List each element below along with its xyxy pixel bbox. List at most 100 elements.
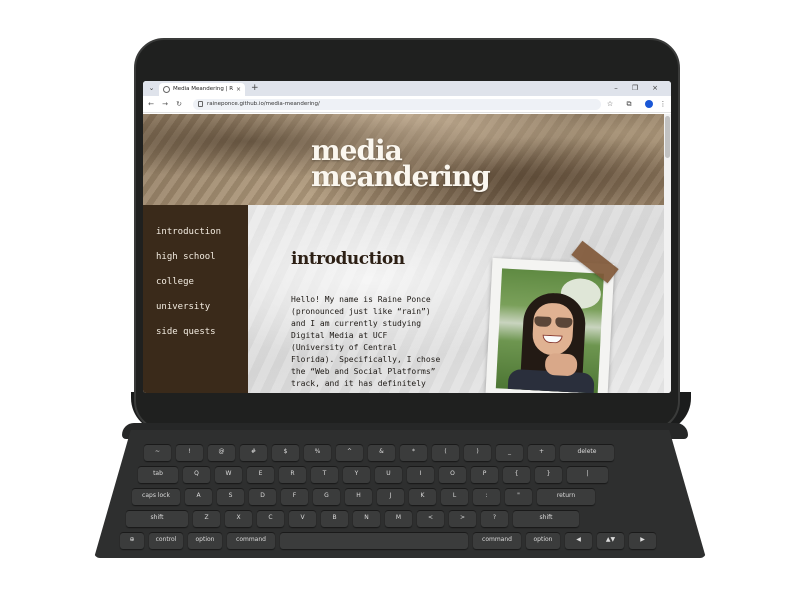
key-tab[interactable]: tab xyxy=(138,466,178,483)
key-caps-lock[interactable]: caps lock xyxy=(132,488,180,505)
profile-avatar-icon[interactable] xyxy=(645,100,653,108)
key-b[interactable]: B xyxy=(321,510,348,527)
key-g[interactable]: G xyxy=(313,488,340,505)
key-label: W xyxy=(225,470,232,477)
intro-paragraph-line: Florida). Specifically, I chose xyxy=(291,355,441,364)
key-:[interactable]: : xyxy=(473,488,500,505)
hero-banner: media meandering xyxy=(143,114,671,205)
url-field[interactable]: raineponce.github.io/media-meandering/ xyxy=(193,99,601,110)
browser-tab-bar: ⌄ Media Meandering | Raine Po... × + – ❐… xyxy=(143,81,671,96)
page-scrollbar[interactable] xyxy=(664,114,671,393)
key-a[interactable]: A xyxy=(185,488,212,505)
key-p[interactable]: P xyxy=(471,466,498,483)
key-j[interactable]: J xyxy=(377,488,404,505)
key-"[interactable]: " xyxy=(505,488,532,505)
key-y[interactable]: Y xyxy=(343,466,370,483)
key-▶[interactable]: ▶ xyxy=(629,532,656,549)
key-m[interactable]: M xyxy=(385,510,412,527)
key-command[interactable]: command xyxy=(473,532,521,549)
key-c[interactable]: C xyxy=(257,510,284,527)
back-icon[interactable]: ← xyxy=(146,100,156,109)
key-)[interactable]: ) xyxy=(464,444,491,461)
browser-tab-active[interactable]: Media Meandering | Raine Po... × xyxy=(159,83,245,96)
key-%[interactable]: % xyxy=(304,444,331,461)
extensions-icon[interactable]: ⧉ xyxy=(624,100,634,109)
key-o[interactable]: O xyxy=(439,466,466,483)
key-label: ^ xyxy=(346,448,353,455)
key-#[interactable]: # xyxy=(240,444,267,461)
key-return[interactable]: return xyxy=(537,488,595,505)
key-![interactable]: ! xyxy=(176,444,203,461)
nav-link-high-school[interactable]: high school xyxy=(156,251,216,263)
nav-link-university[interactable]: university xyxy=(156,301,210,313)
key-label: @ xyxy=(218,448,225,455)
key-?[interactable]: ? xyxy=(481,510,508,527)
key-^[interactable]: ^ xyxy=(336,444,363,461)
key-q[interactable]: Q xyxy=(183,466,210,483)
key-{[interactable]: { xyxy=(503,466,530,483)
keyboard: ~! @ # $% ^ & * () _ + delete tab Q W E R T Y U I O P {} | caps … xyxy=(94,430,706,558)
key-<[interactable]: < xyxy=(417,510,444,527)
key-n[interactable]: N xyxy=(353,510,380,527)
key-f[interactable]: F xyxy=(281,488,308,505)
key-option[interactable]: option xyxy=(526,532,560,549)
key-d[interactable]: D xyxy=(249,488,276,505)
key-k[interactable]: K xyxy=(409,488,436,505)
key-v[interactable]: V xyxy=(289,510,316,527)
nav-link-college[interactable]: college xyxy=(156,276,194,288)
key-}[interactable]: } xyxy=(535,466,562,483)
tab-search-icon[interactable]: ⌄ xyxy=(147,84,156,93)
key-u[interactable]: U xyxy=(375,466,402,483)
key-space[interactable] xyxy=(280,532,468,549)
nav-link-side-quests[interactable]: side quests xyxy=(156,326,216,338)
key-w[interactable]: W xyxy=(215,466,242,483)
key-label: M xyxy=(395,514,402,521)
key-i[interactable]: I xyxy=(407,466,434,483)
forward-icon[interactable]: → xyxy=(160,100,170,109)
bookmark-star-icon[interactable]: ☆ xyxy=(605,100,615,109)
key-~[interactable]: ~ xyxy=(144,444,171,461)
restore-icon[interactable]: ❐ xyxy=(630,84,640,93)
key-l[interactable]: L xyxy=(441,488,468,505)
new-tab-icon[interactable]: + xyxy=(251,83,259,94)
key->[interactable]: > xyxy=(449,510,476,527)
key-globe[interactable]: ⊕ xyxy=(120,532,144,549)
key-+[interactable]: + xyxy=(528,444,555,461)
key-e[interactable]: E xyxy=(247,466,274,483)
key-@[interactable]: @ xyxy=(208,444,235,461)
key-t[interactable]: T xyxy=(311,466,338,483)
key-option[interactable]: option xyxy=(188,532,222,549)
nav-link-introduction[interactable]: introduction xyxy=(156,226,221,238)
key-h[interactable]: H xyxy=(345,488,372,505)
key-control[interactable]: control xyxy=(149,532,183,549)
browser-menu-icon[interactable]: ⋮ xyxy=(658,100,668,109)
key-([interactable]: ( xyxy=(432,444,459,461)
key-*[interactable]: * xyxy=(400,444,427,461)
key-label: return xyxy=(556,492,576,499)
key-&[interactable]: & xyxy=(368,444,395,461)
browser-address-bar: ← → ↻ raineponce.github.io/media-meander… xyxy=(143,96,671,113)
key-delete[interactable]: delete xyxy=(560,444,614,461)
scrollbar-thumb[interactable] xyxy=(665,116,670,158)
key-_[interactable]: _ xyxy=(496,444,523,461)
key-shift[interactable]: shift xyxy=(513,510,579,527)
key-▲▼[interactable]: ▲▼ xyxy=(597,532,624,549)
close-window-icon[interactable]: × xyxy=(650,84,660,93)
key-z[interactable]: Z xyxy=(193,510,220,527)
key-s[interactable]: S xyxy=(217,488,244,505)
tab-close-icon[interactable]: × xyxy=(236,85,241,94)
key-label: $ xyxy=(283,448,288,455)
minimize-icon[interactable]: – xyxy=(611,84,621,93)
key-$[interactable]: $ xyxy=(272,444,299,461)
key-shift[interactable]: shift xyxy=(126,510,188,527)
key-x[interactable]: X xyxy=(225,510,252,527)
key-|[interactable]: | xyxy=(567,466,608,483)
reload-icon[interactable]: ↻ xyxy=(174,100,184,109)
key-r[interactable]: R xyxy=(279,466,306,483)
key-◀[interactable]: ◀ xyxy=(565,532,592,549)
site-info-icon[interactable] xyxy=(198,101,203,107)
key-label: ~ xyxy=(154,448,161,455)
intro-paragraph-line: and I am currently studying xyxy=(291,319,422,328)
key-command[interactable]: command xyxy=(227,532,275,549)
key-label: ⊕ xyxy=(129,536,135,543)
